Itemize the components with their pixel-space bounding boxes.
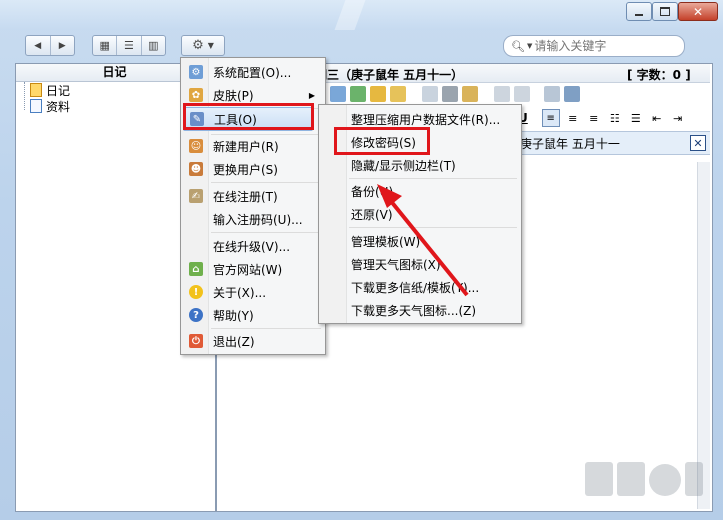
watermark-logo [585, 454, 705, 514]
watermark-glyphs [585, 462, 703, 496]
annotation-arrow [377, 184, 469, 297]
arrow-shaft [388, 198, 469, 297]
arrow-head [377, 184, 402, 208]
